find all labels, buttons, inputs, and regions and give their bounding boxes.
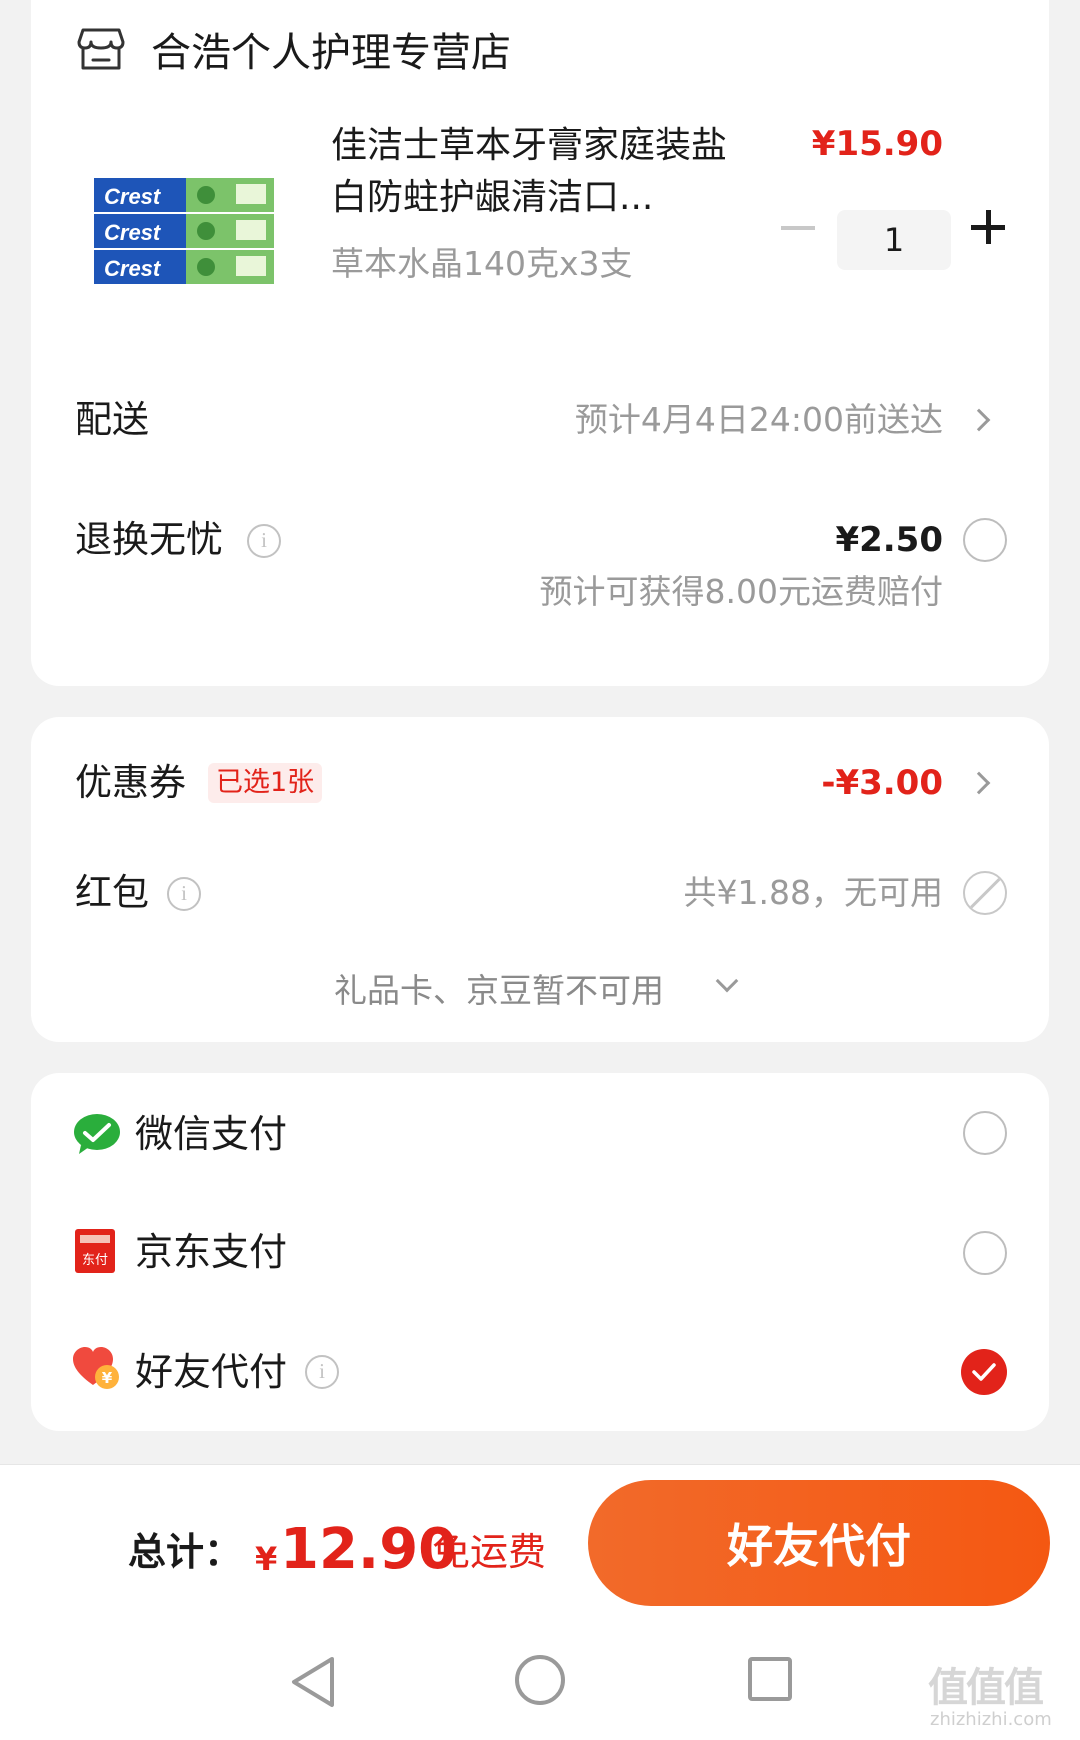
nav-home-icon[interactable] — [515, 1655, 565, 1705]
watermark-logo: 值值值 — [928, 1665, 1044, 1711]
svg-text:¥: ¥ — [102, 1369, 113, 1387]
red-packet-disabled-radio — [963, 871, 1007, 915]
product-price: ¥15.90 — [811, 124, 943, 164]
store-name[interactable]: 合浩个人护理专营店 — [151, 28, 511, 78]
return-insurance-label: 退换无忧 — [75, 518, 223, 561]
red-packet-value: 共¥1.88，无可用 — [683, 873, 943, 912]
store-icon — [77, 26, 125, 72]
svg-text:Crest: Crest — [104, 184, 162, 209]
info-icon[interactable]: i — [247, 524, 281, 558]
total-label: 总计： — [128, 1530, 243, 1574]
nav-recent-apps-icon[interactable] — [748, 1657, 792, 1701]
payment-method-label[interactable]: 京东支付 — [135, 1227, 287, 1277]
bottom-bar: 总计： ¥ 12.90 免运费 好友代付 值值值 zhizhizhi.com — [0, 1464, 1080, 1740]
checkmark-icon — [972, 1363, 996, 1381]
discount-card: 优惠券 已选1张 -¥3.00 红包 i 共¥1.88，无可用 礼品卡、京豆暂不… — [31, 717, 1049, 1042]
return-insurance-radio[interactable] — [963, 518, 1007, 562]
product-image[interactable]: Crest Crest Crest — [86, 170, 281, 292]
return-insurance-price: ¥2.50 — [835, 520, 943, 560]
product-spec[interactable]: 草本水晶140克x3支 — [331, 242, 633, 286]
wechat-pay-icon — [73, 1113, 121, 1155]
payment-methods-card: 微信支付 东付 京东支付 ¥ 好友代付 i — [31, 1073, 1049, 1431]
jd-pay-icon: 东付 — [75, 1229, 115, 1273]
info-icon[interactable]: i — [305, 1355, 339, 1389]
payment-method-label[interactable]: 好友代付 — [135, 1347, 287, 1397]
friend-pay-button[interactable]: 好友代付 — [588, 1480, 1050, 1606]
gift-card-unavailable[interactable]: 礼品卡、京豆暂不可用 — [334, 969, 664, 1013]
svg-text:Crest: Crest — [104, 256, 162, 281]
return-insurance-note: 预计可获得8.00元运费赔付 — [539, 572, 943, 611]
product-title[interactable]: 佳洁士草本牙膏家庭装盐白防蛀护龈清洁口... — [331, 120, 731, 224]
info-icon[interactable]: i — [167, 877, 201, 911]
total-amount: 12.90 — [280, 1517, 458, 1582]
friend-pay-radio-checked[interactable] — [961, 1349, 1007, 1395]
wechat-pay-radio[interactable] — [963, 1111, 1007, 1155]
chevron-down-icon[interactable] — [715, 969, 739, 993]
payment-method-label[interactable]: 微信支付 — [135, 1109, 287, 1159]
red-packet-label: 红包 — [75, 871, 149, 914]
total-currency: ¥ — [255, 1540, 278, 1578]
chevron-right-icon[interactable] — [967, 408, 991, 432]
quantity-input[interactable]: 1 — [837, 210, 951, 270]
svg-text:Crest: Crest — [104, 220, 162, 245]
shipping-status: 免运费 — [432, 1530, 547, 1574]
chevron-right-icon[interactable] — [967, 771, 991, 795]
quantity-increase-button[interactable] — [971, 210, 1005, 244]
watermark-url: zhizhizhi.com — [930, 1709, 1052, 1730]
friend-pay-icon: ¥ — [71, 1345, 121, 1391]
store-card: 合浩个人护理专营店 Crest Crest Crest 佳洁士草本牙膏家庭装盐白… — [31, 0, 1049, 686]
nav-back-icon[interactable] — [288, 1655, 338, 1709]
jd-pay-icon-text: 东付 — [82, 1253, 108, 1268]
coupon-label: 优惠券 — [75, 761, 186, 804]
coupon-selected-tag: 已选1张 — [208, 763, 323, 803]
delivery-label: 配送 — [75, 398, 149, 441]
quantity-decrease-button[interactable] — [781, 226, 815, 230]
delivery-estimate[interactable]: 预计4月4日24:00前送达 — [575, 398, 943, 442]
coupon-value[interactable]: -¥3.00 — [821, 761, 943, 805]
jd-pay-radio[interactable] — [963, 1231, 1007, 1275]
